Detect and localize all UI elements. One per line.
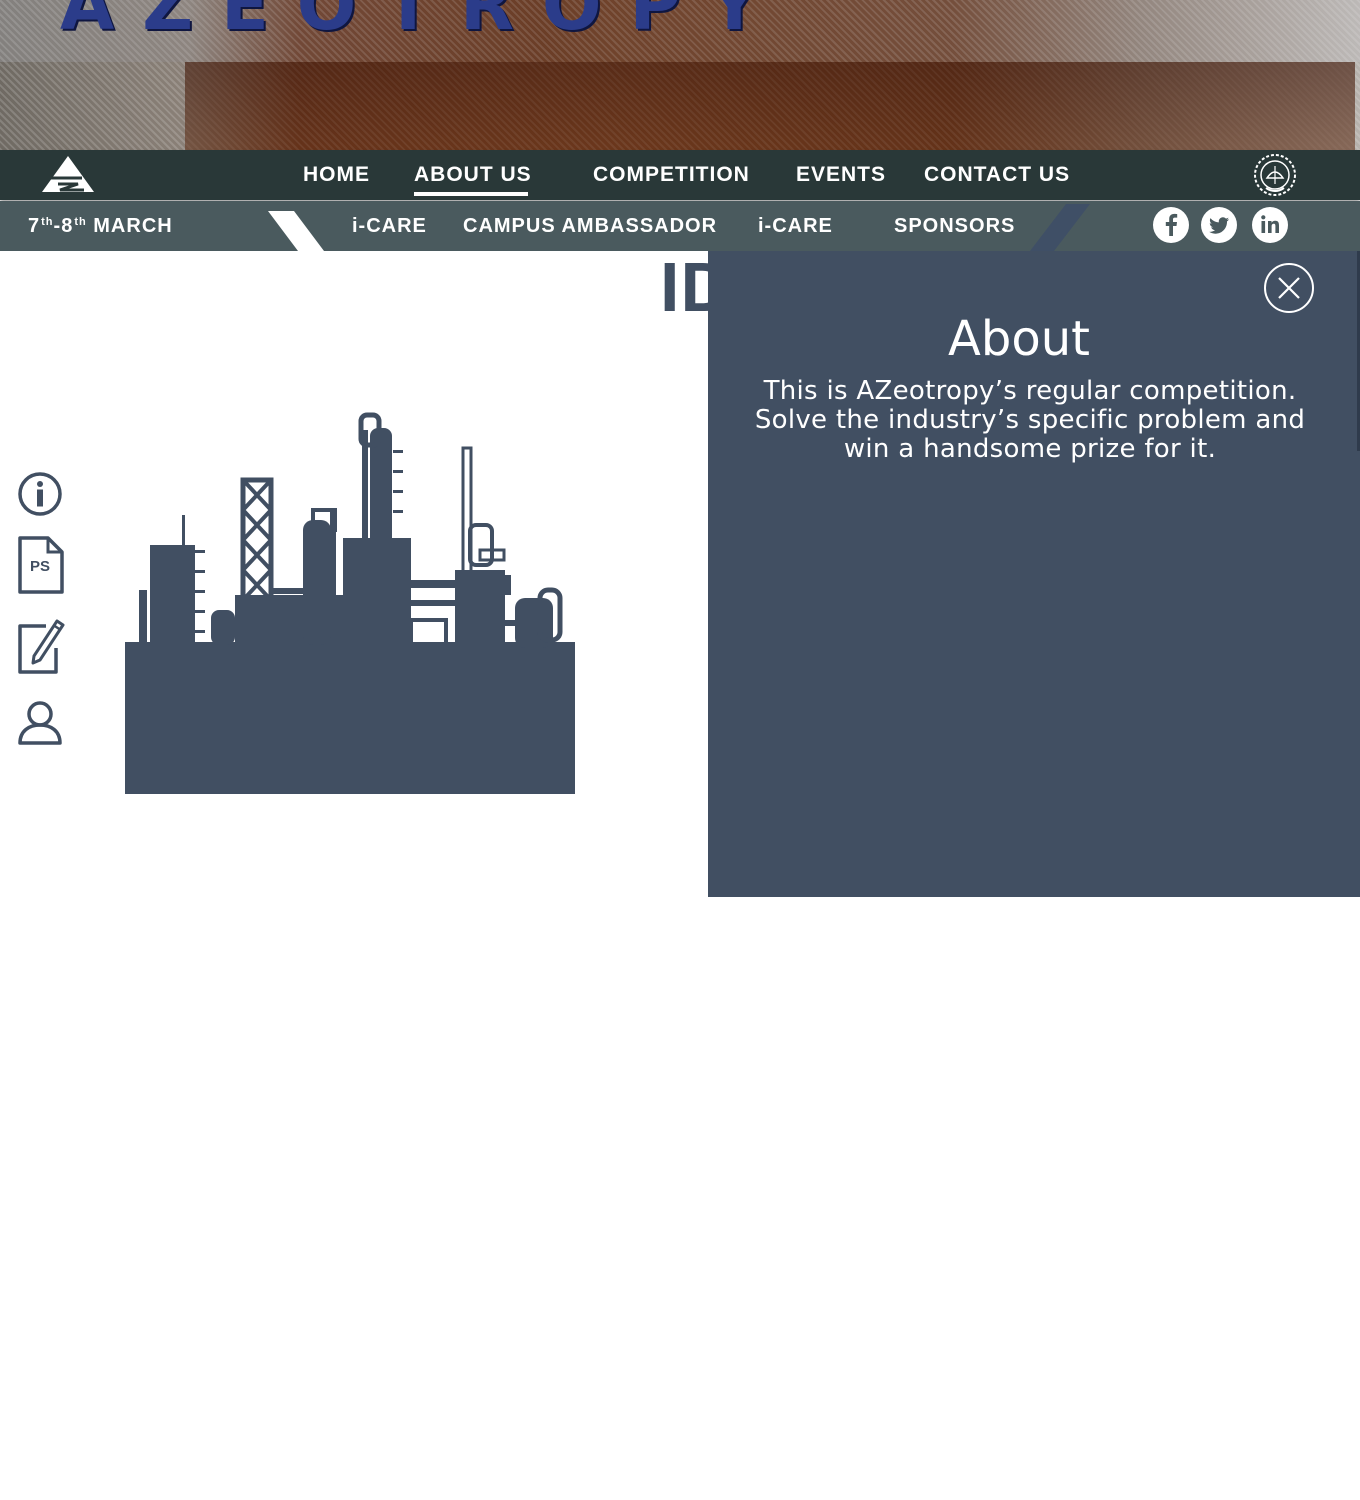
about-heading: About — [948, 311, 1090, 367]
subnav-sponsors[interactable]: SPONSORS — [894, 215, 1015, 238]
subnav-i-care[interactable]: i-CARE — [352, 215, 427, 238]
subnav-campus-ambassador[interactable]: CAMPUS AMBASSADOR — [463, 215, 717, 238]
hero-shelf — [185, 62, 1355, 150]
hero-letter: Z — [142, 0, 193, 46]
about-panel: About This is AZeotropy’s regular compet… — [708, 251, 1360, 897]
hero-lettering: AZEOTROPY — [60, 0, 759, 58]
hero-letter: A — [60, 0, 115, 46]
hero-letter: O — [296, 0, 357, 46]
nav-home[interactable]: HOME — [303, 163, 370, 187]
hero-letter: R — [460, 0, 514, 46]
nav-divider-shape-right — [1030, 204, 1090, 251]
nav-about-us[interactable]: ABOUT US — [414, 163, 532, 196]
hero-banner: AZEOTROPY — [0, 0, 1360, 150]
user-icon[interactable] — [16, 698, 64, 746]
twitter-icon — [1209, 217, 1229, 234]
linkedin-icon — [1261, 215, 1279, 233]
hero-letter: E — [220, 0, 269, 46]
institute-emblem-icon[interactable] — [1252, 152, 1298, 198]
refinery-illustration — [125, 412, 575, 794]
hero-letter: Y — [708, 0, 760, 46]
azeotropy-logo[interactable] — [38, 154, 98, 196]
problem-statement-button[interactable]: PS — [16, 536, 66, 594]
subnav-i-care-2[interactable]: i-CARE — [758, 215, 833, 238]
facebook-link[interactable] — [1153, 207, 1189, 243]
linkedin-link[interactable] — [1252, 207, 1288, 243]
problem-statement-label: PS — [30, 558, 51, 575]
about-description: This is AZeotropy’s regular competition.… — [754, 376, 1306, 464]
nav-events[interactable]: EVENTS — [796, 163, 886, 187]
close-button[interactable] — [1264, 263, 1314, 313]
secondary-navbar: 7th-8th MARCH i-CARE CAMPUS AMBASSADOR i… — [0, 201, 1360, 251]
close-icon — [1278, 277, 1300, 299]
main-navbar: HOME ABOUT US COMPETITION EVENTS CONTACT… — [0, 150, 1360, 200]
info-icon[interactable] — [16, 470, 64, 518]
nav-competition[interactable]: COMPETITION — [593, 163, 750, 187]
hero-letter: T — [384, 0, 433, 46]
event-date: 7th-8th MARCH — [28, 215, 173, 237]
nav-divider-shape — [268, 211, 324, 251]
hero-letter: O — [541, 0, 602, 46]
facebook-icon — [1165, 213, 1178, 236]
twitter-link[interactable] — [1201, 207, 1237, 243]
register-edit-icon[interactable] — [16, 616, 66, 676]
hero-letter: P — [629, 0, 681, 46]
nav-contact-us[interactable]: CONTACT US — [924, 163, 1070, 187]
